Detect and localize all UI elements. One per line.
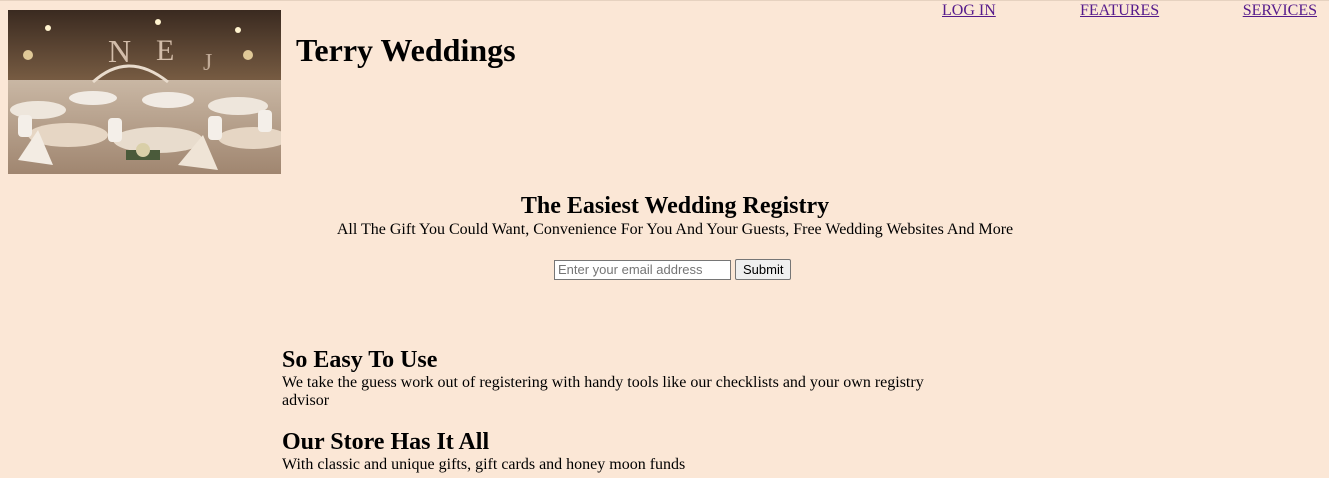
- signup-form: Submit: [554, 259, 792, 280]
- feature-title: Our Store Has It All: [282, 429, 490, 455]
- svg-text:N: N: [108, 33, 131, 69]
- submit-button[interactable]: Submit: [735, 259, 792, 280]
- nav-login-link[interactable]: LOG IN: [942, 1, 996, 21]
- feature-easy-to-use: So Easy To Use We take the guess work ou…: [282, 346, 942, 410]
- registry-heading: The Easiest Wedding Registry: [520, 193, 830, 219]
- svg-text:E: E: [156, 34, 174, 67]
- email-input[interactable]: [554, 259, 731, 280]
- feature-text: With classic and unique gifts, gift card…: [282, 456, 686, 473]
- nav-features-link[interactable]: FEATURES: [1080, 1, 1159, 21]
- feature-text: We take the guess work out of registerin…: [282, 374, 924, 409]
- site-title: Terry Weddings: [296, 32, 516, 68]
- feature-store-has-it-all: Our Store Has It All With classic and un…: [282, 428, 942, 474]
- hero-image: N E J: [8, 10, 281, 174]
- nav-services-link[interactable]: SERVICES: [1243, 1, 1317, 21]
- feature-title: So Easy To Use: [282, 347, 438, 373]
- svg-text:J: J: [203, 50, 212, 76]
- registry-subheading: All The Gift You Could Want, Convenience…: [336, 221, 1014, 238]
